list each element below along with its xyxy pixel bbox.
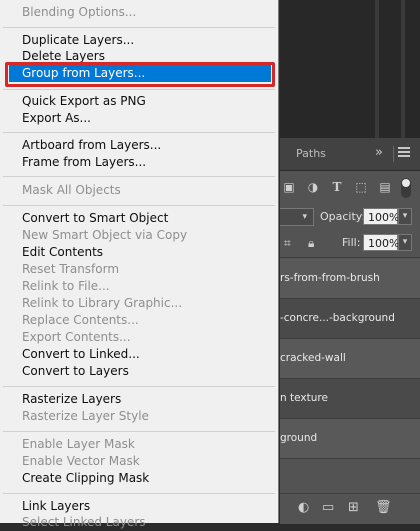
delete-layer-icon[interactable]: 🗑︎ [375,501,392,515]
lock-all-icon[interactable]: 🔒︎ [308,236,314,250]
menu-separator [3,493,275,494]
menu-item-relink-to-library-graphic[interactable]: Relink to Library Graphic... [22,295,182,312]
opacity-dropdown-icon[interactable]: ▾ [398,208,412,225]
menu-separator [3,176,275,177]
layer-row[interactable]: cracked-wall [280,339,420,379]
menu-item-blending-options[interactable]: Blending Options... [22,4,136,21]
menu-item-new-smart-object-via-copy[interactable]: New Smart Object via Copy [22,227,187,244]
menu-item-artboard-from-layers[interactable]: Artboard from Layers... [22,137,161,154]
menu-item-quick-export-png[interactable]: Quick Export as PNG [22,93,146,110]
tab-divider [393,146,394,162]
layer-name: n texture [280,392,328,404]
menu-item-frame-from-layers[interactable]: Frame from Layers... [22,154,146,171]
panel-tab-bar: Paths » [280,138,420,171]
add-adjustment-icon[interactable]: ◐ [298,501,309,515]
layer-name: rs-from-from-brush [280,272,380,284]
new-group-icon[interactable]: ▭ [322,501,334,515]
filter-smart-object-icon[interactable]: ▤ [378,180,392,194]
panel-menu-icon[interactable] [398,147,410,157]
blend-mode-dropdown[interactable]: ▾ [280,208,314,226]
menu-item-reset-transform[interactable]: Reset Transform [22,261,119,278]
layer-name: -concre...-background [280,312,395,324]
menu-separator [3,27,275,28]
menu-item-export-contents[interactable]: Export Contents... [22,329,131,346]
menu-item-rasterize-layer-style[interactable]: Rasterize Layer Style [22,408,149,425]
menu-item-enable-layer-mask[interactable]: Enable Layer Mask [22,436,135,453]
menu-item-enable-vector-mask[interactable]: Enable Vector Mask [22,453,140,470]
menu-item-relink-to-file[interactable]: Relink to File... [22,278,110,295]
lock-position-icon[interactable]: ⌗ [284,236,291,250]
filter-type-icon[interactable]: T [330,180,344,194]
filter-toggle[interactable] [401,178,411,198]
menu-item-convert-to-linked[interactable]: Convert to Linked... [22,346,140,363]
opacity-field[interactable]: 100% [363,208,399,225]
menu-item-convert-to-layers[interactable]: Convert to Layers [22,363,129,380]
workspace-background [280,0,420,138]
menu-item-edit-contents[interactable]: Edit Contents [22,244,103,261]
layer-row[interactable]: n texture [280,379,420,419]
menu-separator [3,386,275,387]
menu-item-mask-all-objects[interactable]: Mask All Objects [22,182,121,199]
filter-shape-icon[interactable]: ⬚ [354,180,368,194]
menu-item-link-layers[interactable]: Link Layers [22,498,90,515]
workspace-divider [401,0,405,138]
workspace-divider [375,0,379,138]
layers-footer: ◐ ▭ ⊞ 🗑︎ [280,493,420,524]
layer-name: cracked-wall [280,352,346,364]
opacity-label: Opacity: [320,210,366,223]
layer-filter-row: ▣ ◑ T ⬚ ▤ [280,174,420,201]
layer-row[interactable]: -concre...-background [280,299,420,339]
layer-row[interactable]: rs-from-from-brush [280,259,420,299]
annotation-highlight-box [5,62,275,87]
tab-paths[interactable]: Paths [296,147,326,160]
menu-separator [3,132,275,133]
menu-item-replace-contents[interactable]: Replace Contents... [22,312,139,329]
filter-pixel-icon[interactable]: ▣ [282,180,296,194]
fill-label: Fill: [342,236,361,249]
menu-separator [3,205,275,206]
menu-item-rasterize-layers[interactable]: Rasterize Layers [22,391,121,408]
filter-adjustment-icon[interactable]: ◑ [306,180,320,194]
menu-item-convert-to-smart-object[interactable]: Convert to Smart Object [22,210,168,227]
menu-item-create-clipping-mask[interactable]: Create Clipping Mask [22,470,149,487]
menu-item-export-as[interactable]: Export As... [22,110,91,127]
collapse-panels-icon[interactable]: » [375,145,383,160]
layer-name: ground [280,432,318,444]
layer-row[interactable]: ground [280,419,420,459]
fill-dropdown-icon[interactable]: ▾ [398,234,412,251]
new-layer-icon[interactable]: ⊞ [348,501,359,515]
blend-opacity-row: ▾ Opacity: 100% ▾ [280,204,420,231]
menu-separator [3,431,275,432]
menu-separator [3,89,275,90]
lock-fill-row: ⌗ 🔒︎ Fill: 100% ▾ [280,230,420,258]
menu-item-duplicate-layers[interactable]: Duplicate Layers... [22,32,134,49]
fill-field[interactable]: 100% [363,234,399,251]
layer-context-menu: Blending Options... Duplicate Layers... … [0,0,279,529]
layers-panel: Paths » ▣ ◑ T ⬚ ▤ ▾ Opacity: 100% ▾ ⌗ 🔒︎… [280,138,420,524]
